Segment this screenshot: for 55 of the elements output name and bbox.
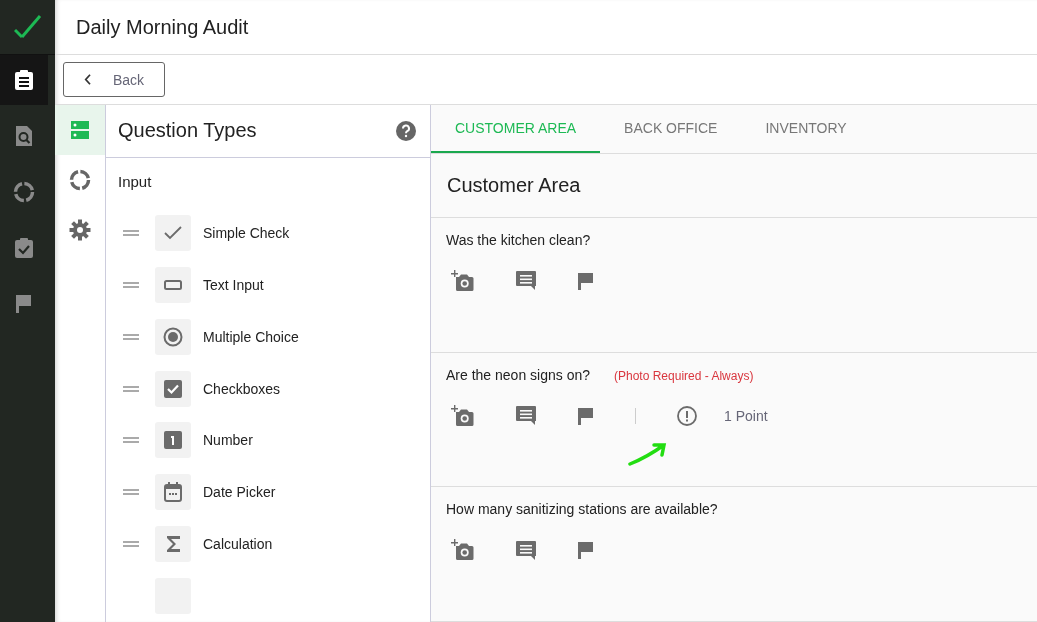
add-photo-icon[interactable]: [451, 539, 475, 562]
text-field-icon: [164, 279, 182, 290]
add-photo-icon[interactable]: [451, 404, 475, 427]
requirement-note: (Photo Required - Always): [614, 368, 754, 383]
checkmark-logo: [13, 15, 42, 39]
clipboard-check-icon: [14, 237, 34, 259]
comment-icon[interactable]: [515, 539, 537, 561]
question-text: How many sanitizing stations are available?: [446, 501, 718, 518]
page-title: Daily Morning Audit: [55, 0, 1037, 55]
drag-handle-icon[interactable]: [123, 541, 139, 548]
document-search-icon: [15, 125, 33, 147]
tab[interactable]: BACK OFFICE: [600, 105, 742, 153]
tab[interactable]: INVENTORY: [741, 105, 871, 153]
question-type-item[interactable]: Date Picker: [203, 484, 276, 501]
question-type-item[interactable]: Number: [203, 432, 253, 449]
question-type-item[interactable]: Text Input: [203, 276, 264, 293]
back-button[interactable]: Back: [63, 62, 165, 97]
question-text: Was the kitchen clean?: [446, 231, 591, 248]
question-type-item[interactable]: Checkboxes: [203, 380, 281, 397]
help-icon[interactable]: [396, 120, 416, 141]
drag-handle-icon[interactable]: [123, 437, 139, 444]
checkmark-icon: [164, 225, 182, 240]
points-label: 1 Point: [724, 407, 768, 424]
checkbox-icon: [164, 379, 182, 398]
radio-icon: [163, 326, 183, 347]
drag-handle-icon[interactable]: [123, 229, 139, 236]
drag-handle-icon[interactable]: [123, 385, 139, 392]
calendar-icon: [164, 482, 182, 503]
question-type-item[interactable]: Simple Check: [203, 224, 290, 241]
question-text: Are the neon signs on?: [446, 366, 590, 383]
sigma-icon: [166, 536, 180, 553]
flag-icon[interactable]: [577, 270, 595, 291]
drag-handle-icon[interactable]: [123, 333, 139, 340]
drag-handle-icon[interactable]: [123, 281, 139, 288]
flag-icon: [15, 294, 33, 314]
drag-handle-icon[interactable]: [123, 489, 139, 496]
nav-item[interactable]: [0, 55, 48, 105]
add-photo-icon[interactable]: [451, 269, 475, 292]
clipboard-icon: [14, 69, 34, 91]
ring-icon: [13, 181, 35, 203]
panel-title: Question Types: [118, 119, 257, 143]
chevron-left-icon: [84, 73, 91, 86]
flag-icon[interactable]: [577, 405, 595, 426]
flag-icon[interactable]: [577, 540, 595, 561]
group-label: Input: [117, 171, 153, 192]
section-title: Customer Area: [431, 153, 1037, 218]
question-type-item[interactable]: Multiple Choice: [203, 328, 299, 345]
list-icon: [70, 120, 90, 140]
number-icon: [164, 431, 182, 450]
ring-icon: [69, 169, 91, 191]
comment-icon[interactable]: [515, 270, 537, 292]
question-type-item[interactable]: Calculation: [203, 536, 273, 553]
alert-icon[interactable]: [676, 404, 698, 427]
comment-icon[interactable]: [515, 405, 537, 427]
settings-icon: [69, 219, 91, 241]
